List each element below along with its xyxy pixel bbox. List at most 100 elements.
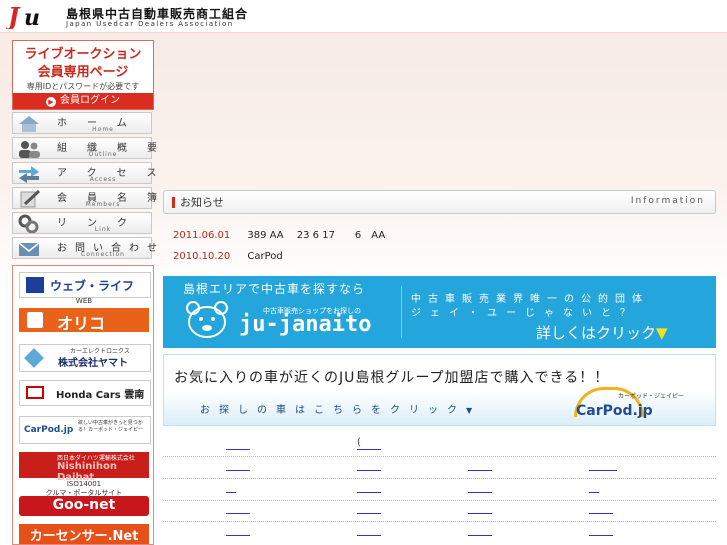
yamato-logo-icon	[24, 348, 44, 368]
carsensor-text: カーセンサー.Net	[29, 529, 139, 544]
orico-text: オリコ	[57, 314, 106, 333]
member-login-button[interactable]: ▶ 会員ログイン	[13, 93, 153, 109]
information-title-en: Information	[630, 196, 705, 206]
people-icon	[15, 139, 43, 158]
honda-logo-icon	[26, 386, 44, 399]
carpod-logo-sub: カーポッド・ジェイピー	[618, 393, 685, 400]
nav-sub: Members	[85, 201, 121, 208]
goonet-top1: ISO14001	[66, 480, 102, 488]
nav-sub: Connection	[81, 251, 125, 258]
link-item[interactable]	[468, 492, 492, 493]
link-item[interactable]	[226, 513, 250, 514]
auction-login-box[interactable]: ライブオークション 会員専用ページ 専用IDとパスワードが必要です ▶ 会員ログイ…	[12, 40, 154, 110]
nav-item-outline[interactable]: 組織概要 Outline	[12, 137, 157, 159]
triangle-down-icon: ▼	[656, 324, 668, 342]
row-separator	[163, 521, 716, 522]
news-item[interactable]: 2010.10.20 CarPod	[173, 244, 283, 263]
nav-item-home[interactable]: ホーム Home	[12, 112, 152, 134]
link-item[interactable]	[357, 470, 381, 471]
goonet-banner[interactable]: Goo-net	[19, 496, 149, 516]
weblife-sub: WEB	[75, 297, 93, 305]
news-item[interactable]: 2011.06.01 389 AA 23 6 17 6 AA	[173, 223, 385, 242]
carpod-small-note: 欲しい中古車がきっと見つかる！カーポッド・ジェイピー	[78, 420, 144, 433]
link-item[interactable]	[357, 513, 381, 514]
carsensor-banner[interactable]: カーセンサー.Net	[19, 524, 149, 544]
janaito-cta-label: 詳しくはクリック	[536, 324, 657, 342]
news-text[interactable]: 389 AA 23 6 17 6 AA	[247, 230, 385, 241]
play-arrow-icon: ▶	[46, 97, 56, 107]
nav-item-members[interactable]: 会員名簿 Members	[12, 187, 157, 209]
honda-text: Honda Cars 雲南	[56, 390, 145, 401]
bear-mascot-icon	[185, 298, 229, 340]
link-item[interactable]: (	[357, 437, 361, 448]
link-item[interactable]	[226, 449, 250, 450]
ju-logo[interactable]: J u	[4, 2, 56, 31]
member-login-label: 会員ログイン	[60, 95, 120, 106]
yamato-banner[interactable]: カーエレクトロニクス 株式会社ヤマト	[19, 344, 151, 372]
goonet-text: Goo-net	[52, 497, 116, 513]
header: J u 島根県中古自動車販売商工組合 Japan Usedcar Dealers…	[0, 0, 727, 33]
divider	[401, 286, 402, 338]
link-item[interactable]	[468, 535, 492, 536]
link-item[interactable]	[589, 535, 613, 536]
row-separator	[163, 456, 716, 457]
news-date: 2010.10.20	[173, 251, 231, 262]
pencil-icon	[15, 189, 43, 208]
envelope-icon	[15, 239, 43, 258]
link-item[interactable]	[468, 513, 492, 514]
information-section: お知らせ Information 2011.06.01 389 AA 23 6 …	[163, 185, 716, 270]
house-icon	[15, 114, 43, 133]
link-item[interactable]	[468, 470, 492, 471]
carpod-small-banner[interactable]: CarPod.jp 欲しい中古車がきっと見つかる！カーポッド・ジェイピー	[19, 416, 151, 444]
janaito-cta[interactable]: 詳しくはクリック▼	[536, 322, 668, 343]
nav-item-link[interactable]: リンク Link	[12, 212, 152, 234]
nav-sub: Link	[94, 226, 112, 233]
chain-link-icon	[15, 214, 43, 234]
carpod-headline: お気に入りの車が近くのJU島根グループ加盟店で購入できる！！	[174, 370, 610, 386]
carpod-small-logo: CarPod.jp	[24, 425, 74, 435]
ju-janaito-banner[interactable]: 島根エリアで中古車を探すなら 中古車販売ショップをお探しの ju-janaito…	[163, 276, 716, 348]
news-text[interactable]: CarPod	[247, 251, 282, 262]
link-item[interactable]	[589, 492, 599, 493]
orico-logo-icon	[27, 312, 43, 328]
nav-sub: Home	[92, 126, 114, 133]
janaito-logo: ju-janaito	[239, 312, 372, 337]
auction-note: 専用IDとパスワードが必要です	[26, 82, 140, 91]
triangle-down-icon: ▼	[466, 406, 482, 415]
carpod-logo: CarPod.jp	[576, 403, 653, 419]
nav-item-access[interactable]: アクセス Access	[12, 162, 157, 184]
arrows-icon	[15, 164, 43, 183]
link-item[interactable]	[226, 492, 236, 493]
carpod-cta[interactable]: お探しの車はこちらをクリック▼	[200, 401, 481, 416]
weblife-banner[interactable]: ウェブ・ライフ	[19, 272, 151, 298]
header-accent-bar	[172, 197, 175, 208]
janaito-headline: 島根エリアで中古車を探すなら	[183, 282, 366, 296]
orico-banner[interactable]: オリコ	[19, 308, 149, 333]
nishinihon-banner[interactable]: 西日本ダイハツ運輸株式会社 Nishinihon Daihat	[19, 452, 149, 483]
weblife-logo-icon	[26, 277, 44, 293]
news-date: 2011.06.01	[173, 230, 231, 241]
auction-subtitle: 会員専用ページ	[37, 65, 129, 80]
auction-title: ライブオークション	[24, 47, 142, 62]
janaito-tagline2: ジェイ・ユーじゃないと？	[411, 308, 639, 319]
link-item[interactable]	[357, 449, 381, 450]
svg-text:u: u	[24, 5, 40, 29]
information-title: お知らせ	[180, 196, 224, 209]
carpod-cta-label: お探しの車はこちらをクリック	[200, 405, 466, 416]
svg-text:J: J	[6, 3, 21, 29]
carpod-banner[interactable]: お気に入りの車が近くのJU島根グループ加盟店で購入できる！！ お探しの車はこちら…	[163, 354, 716, 426]
nav-sub: Outline	[88, 151, 118, 158]
link-item[interactable]	[357, 492, 381, 493]
information-header: お知らせ Information	[163, 190, 716, 214]
row-separator	[163, 478, 716, 479]
nav-item-contact[interactable]: お問い合わせ Connection	[12, 237, 157, 259]
row-separator	[163, 500, 716, 501]
link-item[interactable]	[226, 535, 250, 536]
yamato-text: 株式会社ヤマト	[58, 358, 128, 369]
link-item[interactable]	[226, 470, 250, 471]
honda-banner[interactable]: Honda Cars 雲南	[19, 380, 151, 406]
link-item[interactable]	[589, 513, 613, 514]
partner-banners: ウェブ・ライフ WEB オリコ カーエレクトロニクス 株式会社ヤマト Honda…	[12, 265, 154, 545]
link-item[interactable]	[357, 535, 381, 536]
link-item[interactable]	[589, 470, 617, 471]
